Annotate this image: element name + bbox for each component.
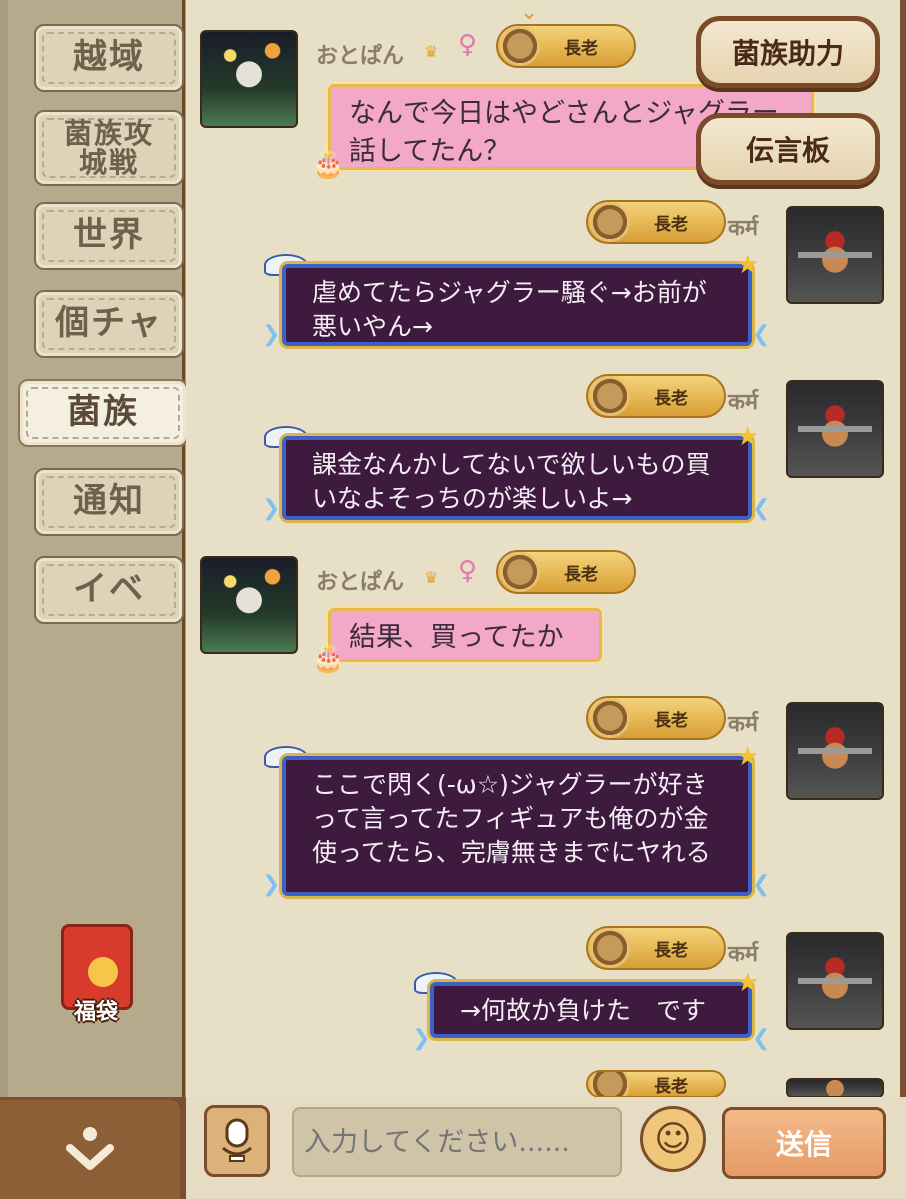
chat-bubble: →何故か負けた です — [430, 982, 752, 1038]
sender-name: कर्म — [728, 712, 759, 737]
avatar[interactable] — [200, 556, 298, 654]
avatar[interactable] — [786, 932, 884, 1030]
scroll-up-chevron-icon[interactable]: ⌄ — [520, 0, 538, 25]
rank-badge: 長老 — [496, 24, 636, 68]
wing-icon: ❮ — [752, 1026, 771, 1051]
rank-badge: 長老 — [586, 200, 726, 244]
sender-name: कर्म — [728, 390, 759, 415]
rank-badge: 長老 — [586, 926, 726, 970]
tab-events[interactable]: イベ — [34, 556, 184, 624]
tab-notifications[interactable]: 通知 — [34, 468, 184, 536]
tab-label: 菌族 — [67, 392, 139, 433]
chat-bubble: ここで閃く(-ω☆)ジャグラーが好きって言ってたフィギュアも俺のが金使ってたら、… — [282, 756, 752, 896]
microphone-icon — [222, 1118, 252, 1162]
avatar[interactable] — [786, 702, 884, 800]
sender-name: おとぱん — [316, 570, 405, 595]
star-icon: ★ — [736, 250, 760, 280]
tab-label: 越域 — [73, 37, 145, 78]
voice-button[interactable] — [204, 1105, 270, 1177]
message-board-button[interactable]: 伝言板 — [696, 113, 880, 185]
tab-private-chat[interactable]: 個チャ — [34, 290, 184, 358]
star-icon: ★ — [736, 422, 760, 452]
sender-name: कर्म — [728, 216, 759, 241]
wing-icon: ❯ — [262, 872, 281, 897]
wing-icon: ❮ — [752, 872, 771, 897]
tab-clan[interactable]: 菌族 — [18, 379, 188, 447]
sender-name: कर्म — [728, 942, 759, 967]
wing-icon: ❮ — [752, 322, 771, 347]
rank-label: 長老 — [564, 564, 598, 585]
emoji-button[interactable]: ☺ — [640, 1106, 706, 1172]
crown-icon: ♛ — [424, 568, 439, 587]
avatar[interactable] — [786, 1078, 884, 1098]
star-icon: ★ — [736, 742, 760, 772]
tab-cross-realm[interactable]: 越域 — [34, 24, 184, 92]
cake-icon: 🎂 — [312, 150, 345, 180]
tab-label: イベ — [73, 569, 145, 610]
wing-icon: ❯ — [412, 1026, 431, 1051]
avatar[interactable] — [786, 206, 884, 304]
wing-icon: ❯ — [262, 496, 281, 521]
tab-label: 通知 — [73, 481, 145, 522]
female-icon: ♀ — [458, 556, 478, 586]
chat-bubble: 課金なんかしてないで欲しいもの買いなよそっちのが楽しいよ→ — [282, 436, 752, 520]
tab-label: 菌族攻城戦 — [63, 116, 154, 179]
smiley-icon: ☺ — [654, 1118, 692, 1160]
rank-badge: 長老 — [586, 696, 726, 740]
avatar[interactable] — [200, 30, 298, 128]
lucky-bag-label: 福袋 — [73, 1000, 118, 1025]
message-input[interactable] — [292, 1107, 622, 1177]
wing-icon: ❮ — [752, 496, 771, 521]
chat-bubble: 結果、買ってたか — [328, 608, 602, 662]
rank-label: 長老 — [654, 940, 688, 961]
rank-label: 長老 — [654, 710, 688, 731]
sender-name: おとぱん — [316, 44, 405, 69]
chevron-down-icon[interactable] — [66, 1122, 114, 1172]
tab-label: 世界 — [73, 215, 145, 256]
avatar[interactable] — [786, 380, 884, 478]
cake-icon: 🎂 — [312, 644, 345, 674]
rank-badge: 長老 — [586, 1070, 726, 1098]
rank-badge: 長老 — [496, 550, 636, 594]
rank-label: 長老 — [654, 214, 688, 235]
clan-help-button[interactable]: 菌族助力 — [696, 16, 880, 88]
crown-icon: ♛ — [424, 42, 439, 61]
tab-clan-siege[interactable]: 菌族攻城戦 — [34, 110, 184, 186]
star-icon: ★ — [736, 968, 760, 998]
tab-world[interactable]: 世界 — [34, 202, 184, 270]
lucky-bag-button[interactable]: 福袋 — [55, 920, 135, 1025]
wing-icon: ❯ — [262, 322, 281, 347]
rank-badge: 長老 — [586, 374, 726, 418]
tab-label: 個チャ — [55, 303, 163, 344]
chat-bubble: 虐めてたらジャグラー騒ぐ→お前が悪いやん→ — [282, 264, 752, 346]
rank-label: 長老 — [564, 38, 598, 59]
send-button[interactable]: 送信 — [722, 1107, 886, 1179]
rank-label: 長老 — [654, 388, 688, 409]
female-icon: ♀ — [458, 30, 478, 60]
rank-label: 長老 — [654, 1076, 688, 1097]
